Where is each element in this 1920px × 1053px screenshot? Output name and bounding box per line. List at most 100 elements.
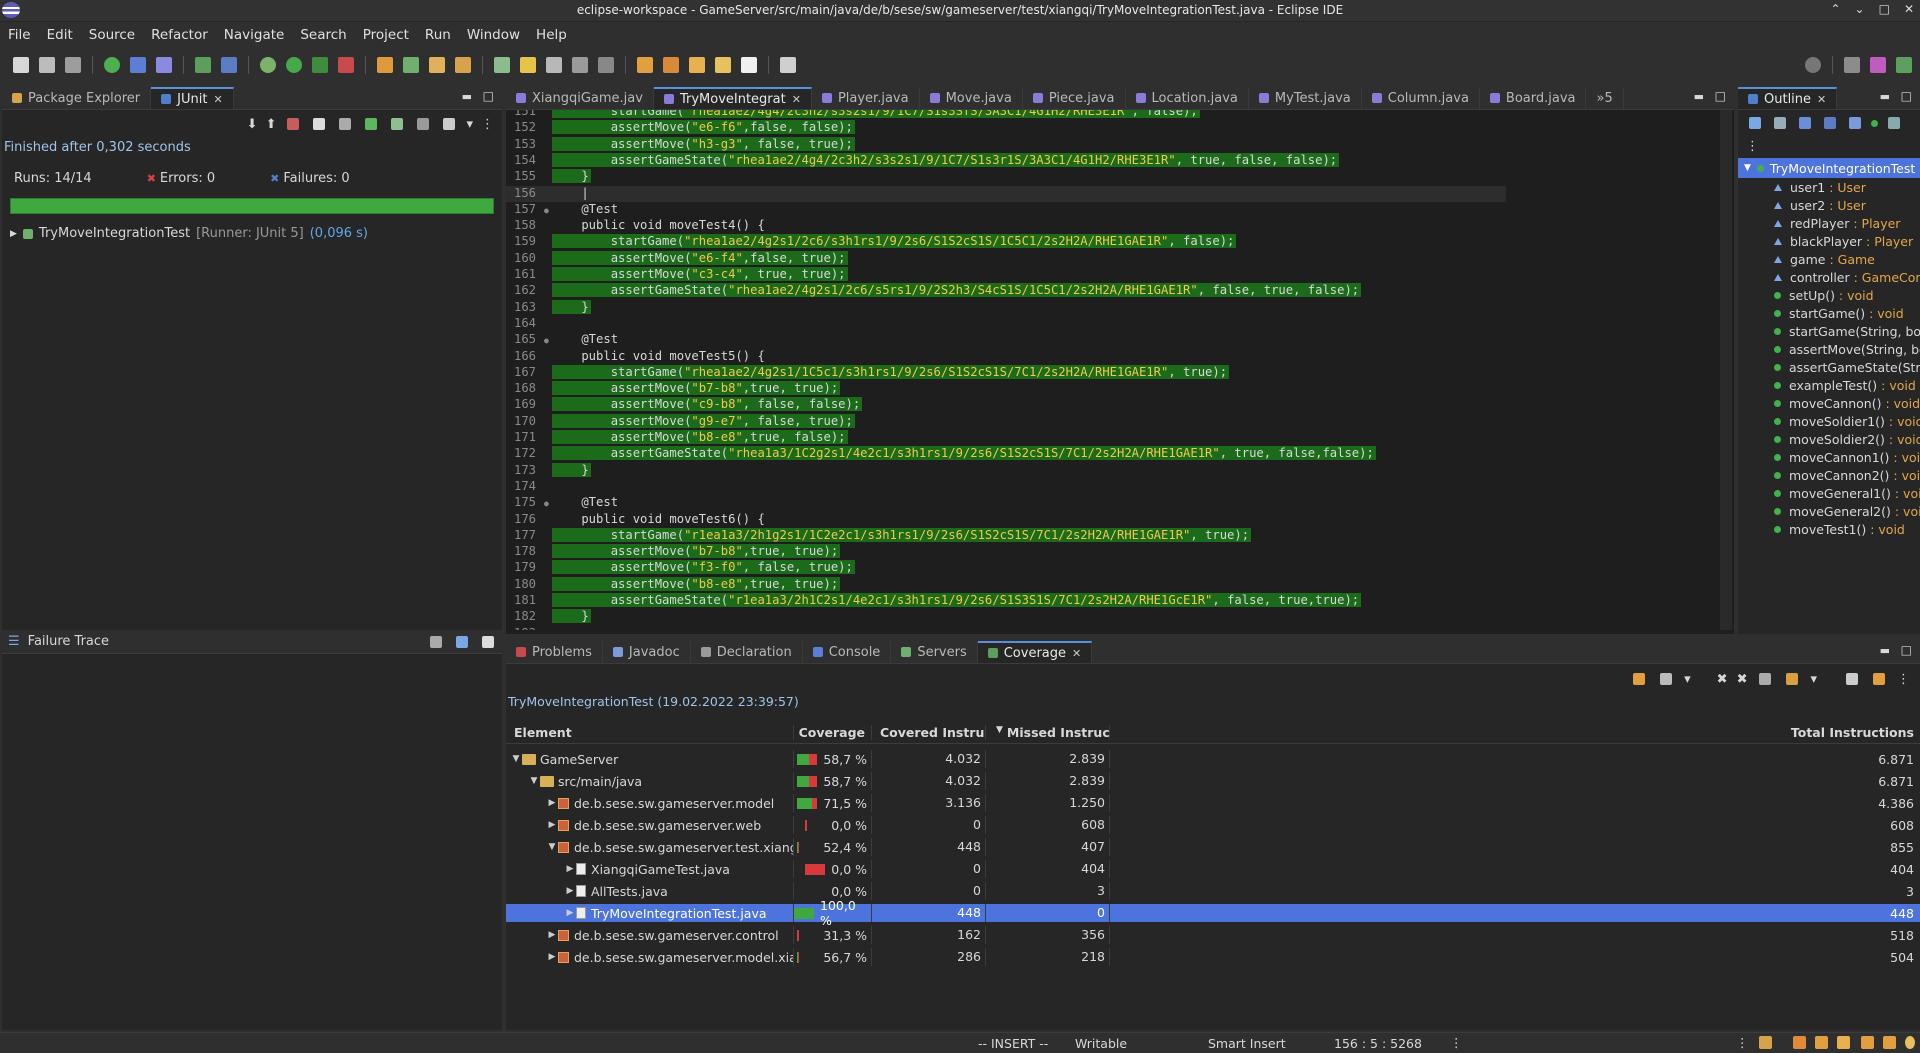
coverage-row[interactable]: ▶ de.b.sese.sw.gameserver.model.xiangqi 56… (506, 948, 1920, 966)
block-select-icon[interactable] (546, 57, 562, 73)
editor-scrollbar[interactable] (1720, 110, 1732, 630)
chevron-down-icon[interactable]: ▼ (1744, 163, 1751, 173)
chevron-right-icon[interactable]: ▶ (564, 908, 576, 918)
tab-editor-file[interactable]: Column.java (1362, 87, 1480, 109)
open-perspective-icon[interactable] (1844, 57, 1860, 73)
external-tools-icon[interactable] (338, 57, 354, 73)
code-line[interactable]: 173 } (506, 462, 1506, 479)
coverage-row[interactable]: ▼ src/main/java 58,7 % 4.032 2.839 6.871 (506, 772, 1920, 790)
code-line[interactable]: 155 } (506, 169, 1506, 185)
code-line[interactable]: 153 assertMove("h3-g3", false, true); (506, 136, 1506, 153)
lightbulb-icon[interactable] (1905, 1036, 1915, 1049)
tab-editor-file[interactable]: XiangqiGame.jav (506, 87, 654, 109)
menu-help[interactable]: Help (528, 24, 575, 46)
outline-item[interactable]: exampleTest() : void (1738, 376, 1920, 394)
coverage-row[interactable]: ▶ AllTests.java 0,0 % 0 3 3 (506, 882, 1920, 900)
wand-icon[interactable] (1837, 1036, 1850, 1049)
minimize-icon[interactable]: ▬ (1880, 90, 1890, 103)
dump-icon[interactable] (1660, 673, 1673, 685)
code-line[interactable]: 174 (506, 479, 1506, 495)
highlight-icon[interactable] (520, 57, 536, 73)
coverage-row[interactable]: ▶ de.b.sese.sw.gameserver.web 0,0 % 0 608 608 (506, 816, 1920, 834)
filter-icon[interactable] (456, 635, 468, 648)
tab-overflow[interactable]: »5 (1586, 87, 1624, 109)
code-line[interactable]: 158 public void moveTest4() { (506, 218, 1506, 234)
outline-item[interactable]: controller : GameController (1738, 268, 1920, 286)
outline-item[interactable]: moveSoldier1() : void (1738, 412, 1920, 430)
hide-local-types-icon[interactable] (1849, 117, 1861, 129)
last-edit-icon[interactable] (689, 57, 705, 73)
fold-marker-icon[interactable]: ● (544, 499, 552, 508)
coverage-row[interactable]: ▼ GameServer 58,7 % 4.032 2.839 6.871 (506, 750, 1920, 768)
status-menu-icon-2[interactable]: ⋮ (1736, 1035, 1749, 1050)
merge-sessions-icon[interactable] (1759, 673, 1772, 685)
coverage-row[interactable]: ▶ TryMoveIntegrationTest.java 100,0 % 448 0 4… (506, 898, 1920, 928)
code-line[interactable]: 162 assertGameState("rhea1ae2/4g2s1/2c6/… (506, 283, 1506, 299)
history-icon[interactable] (443, 118, 456, 130)
collapse-all-icon[interactable] (1846, 673, 1858, 685)
tab-editor-file[interactable]: TryMoveIntegrat ✕ (653, 87, 812, 109)
new-java-project-icon[interactable] (377, 57, 393, 73)
chevron-down-icon[interactable]: ▾ (1684, 672, 1691, 687)
outline-item[interactable]: user2 : User (1738, 196, 1920, 214)
compare-icon[interactable] (430, 635, 442, 648)
scroll-lock-icon[interactable] (313, 118, 326, 130)
close-icon[interactable]: ✕ (792, 93, 801, 106)
tab-javadoc[interactable]: Javadoc (603, 641, 691, 663)
code-line[interactable]: 171 assertMove("b8-e8",true, false); (506, 430, 1506, 446)
code-line[interactable]: 167 startGame("rhea1ae2/4g2s1/1C5c1/s3h1… (506, 364, 1506, 381)
code-line[interactable]: 175 ● @Test (506, 495, 1506, 511)
pilcrow-icon[interactable] (598, 57, 614, 73)
code-line[interactable]: 179 assertMove("f3-f0", false, true); (506, 560, 1506, 576)
select-session-icon[interactable] (1786, 673, 1799, 685)
col-element[interactable]: Element (506, 725, 794, 740)
tab-editor-file[interactable]: MyTest.java (1249, 87, 1362, 109)
previous-failure-icon[interactable]: ⬆ (266, 117, 277, 132)
tab-servers[interactable]: Servers (891, 641, 978, 663)
outline-item[interactable]: redPlayer : Player (1738, 214, 1920, 232)
run-coverage-icon[interactable] (312, 57, 328, 73)
outline-item[interactable]: moveGeneral1() : void (1738, 484, 1920, 502)
book-icon[interactable] (1793, 1036, 1806, 1049)
code-line[interactable]: 181 assertGameState("r1ea1a3/2h1C2s1/4e2… (506, 593, 1506, 609)
brush-icon[interactable] (455, 57, 471, 73)
menu-run[interactable]: Run (417, 24, 459, 46)
outline-item[interactable]: moveSoldier2() : void (1738, 430, 1920, 448)
tab-coverage[interactable]: Coverage ✕ (977, 641, 1093, 663)
coverage-row[interactable]: ▶ XiangqiGameTest.java 0,0 % 0 404 404 (506, 860, 1920, 878)
view-menu-icon[interactable]: ⋮ (481, 117, 494, 132)
coffee-icon[interactable] (1759, 1036, 1772, 1049)
menu-window[interactable]: Window (459, 24, 528, 46)
col-missed[interactable]: ▼Missed Instructions (986, 725, 1110, 740)
debug-icon[interactable] (260, 57, 276, 73)
outline-item[interactable]: moveCannon1() : void (1738, 448, 1920, 466)
green-dot-icon[interactable] (1871, 119, 1878, 127)
run-icon[interactable] (286, 57, 302, 73)
chevron-down-icon[interactable]: ▾ (466, 117, 473, 132)
code-line[interactable]: 177 startGame("r1ea1a3/2h1g2s1/1C2e2c1/s… (506, 527, 1506, 544)
tab-editor-file[interactable]: Board.java (1480, 87, 1587, 109)
hide-static-icon[interactable] (1799, 117, 1811, 129)
chevron-right-icon[interactable]: ▶ (546, 952, 558, 962)
test-tree-item[interactable]: ▶ TryMoveIntegrationTest [Runner: JUnit … (2, 226, 502, 241)
code-line[interactable]: 152 assertMove("e6-f6",false, false); (506, 120, 1506, 136)
outline-item[interactable]: startGame(String, boolean) (1738, 322, 1920, 340)
previous-annotation-icon[interactable] (663, 57, 679, 73)
menu-search[interactable]: Search (292, 24, 354, 46)
pin-editor-icon[interactable] (780, 57, 796, 73)
outline-item[interactable]: moveGeneral2() : void (1738, 502, 1920, 520)
new-icon[interactable] (13, 57, 29, 73)
code-line[interactable]: 180 assertMove("b8-e8",true, true); (506, 576, 1506, 593)
coverage-row[interactable]: ▶ de.b.sese.sw.gameserver.model 71,5 % 3.13… (506, 794, 1920, 812)
maximize-icon[interactable]: □ (1879, 2, 1890, 16)
menu-edit[interactable]: Edit (39, 24, 81, 46)
chevron-right-icon[interactable]: ▶ (546, 798, 558, 808)
hide-fields-icon[interactable] (1774, 117, 1786, 129)
tab-package-explorer[interactable]: Package Explorer (2, 87, 152, 109)
save-all-icon[interactable] (65, 57, 81, 73)
java-perspective-icon[interactable] (1870, 57, 1886, 73)
link-icon[interactable] (1888, 117, 1900, 129)
col-coverage[interactable]: Coverage (794, 725, 872, 740)
open-type-icon[interactable] (221, 57, 237, 73)
tab-junit[interactable]: JUnit ✕ (151, 87, 234, 109)
